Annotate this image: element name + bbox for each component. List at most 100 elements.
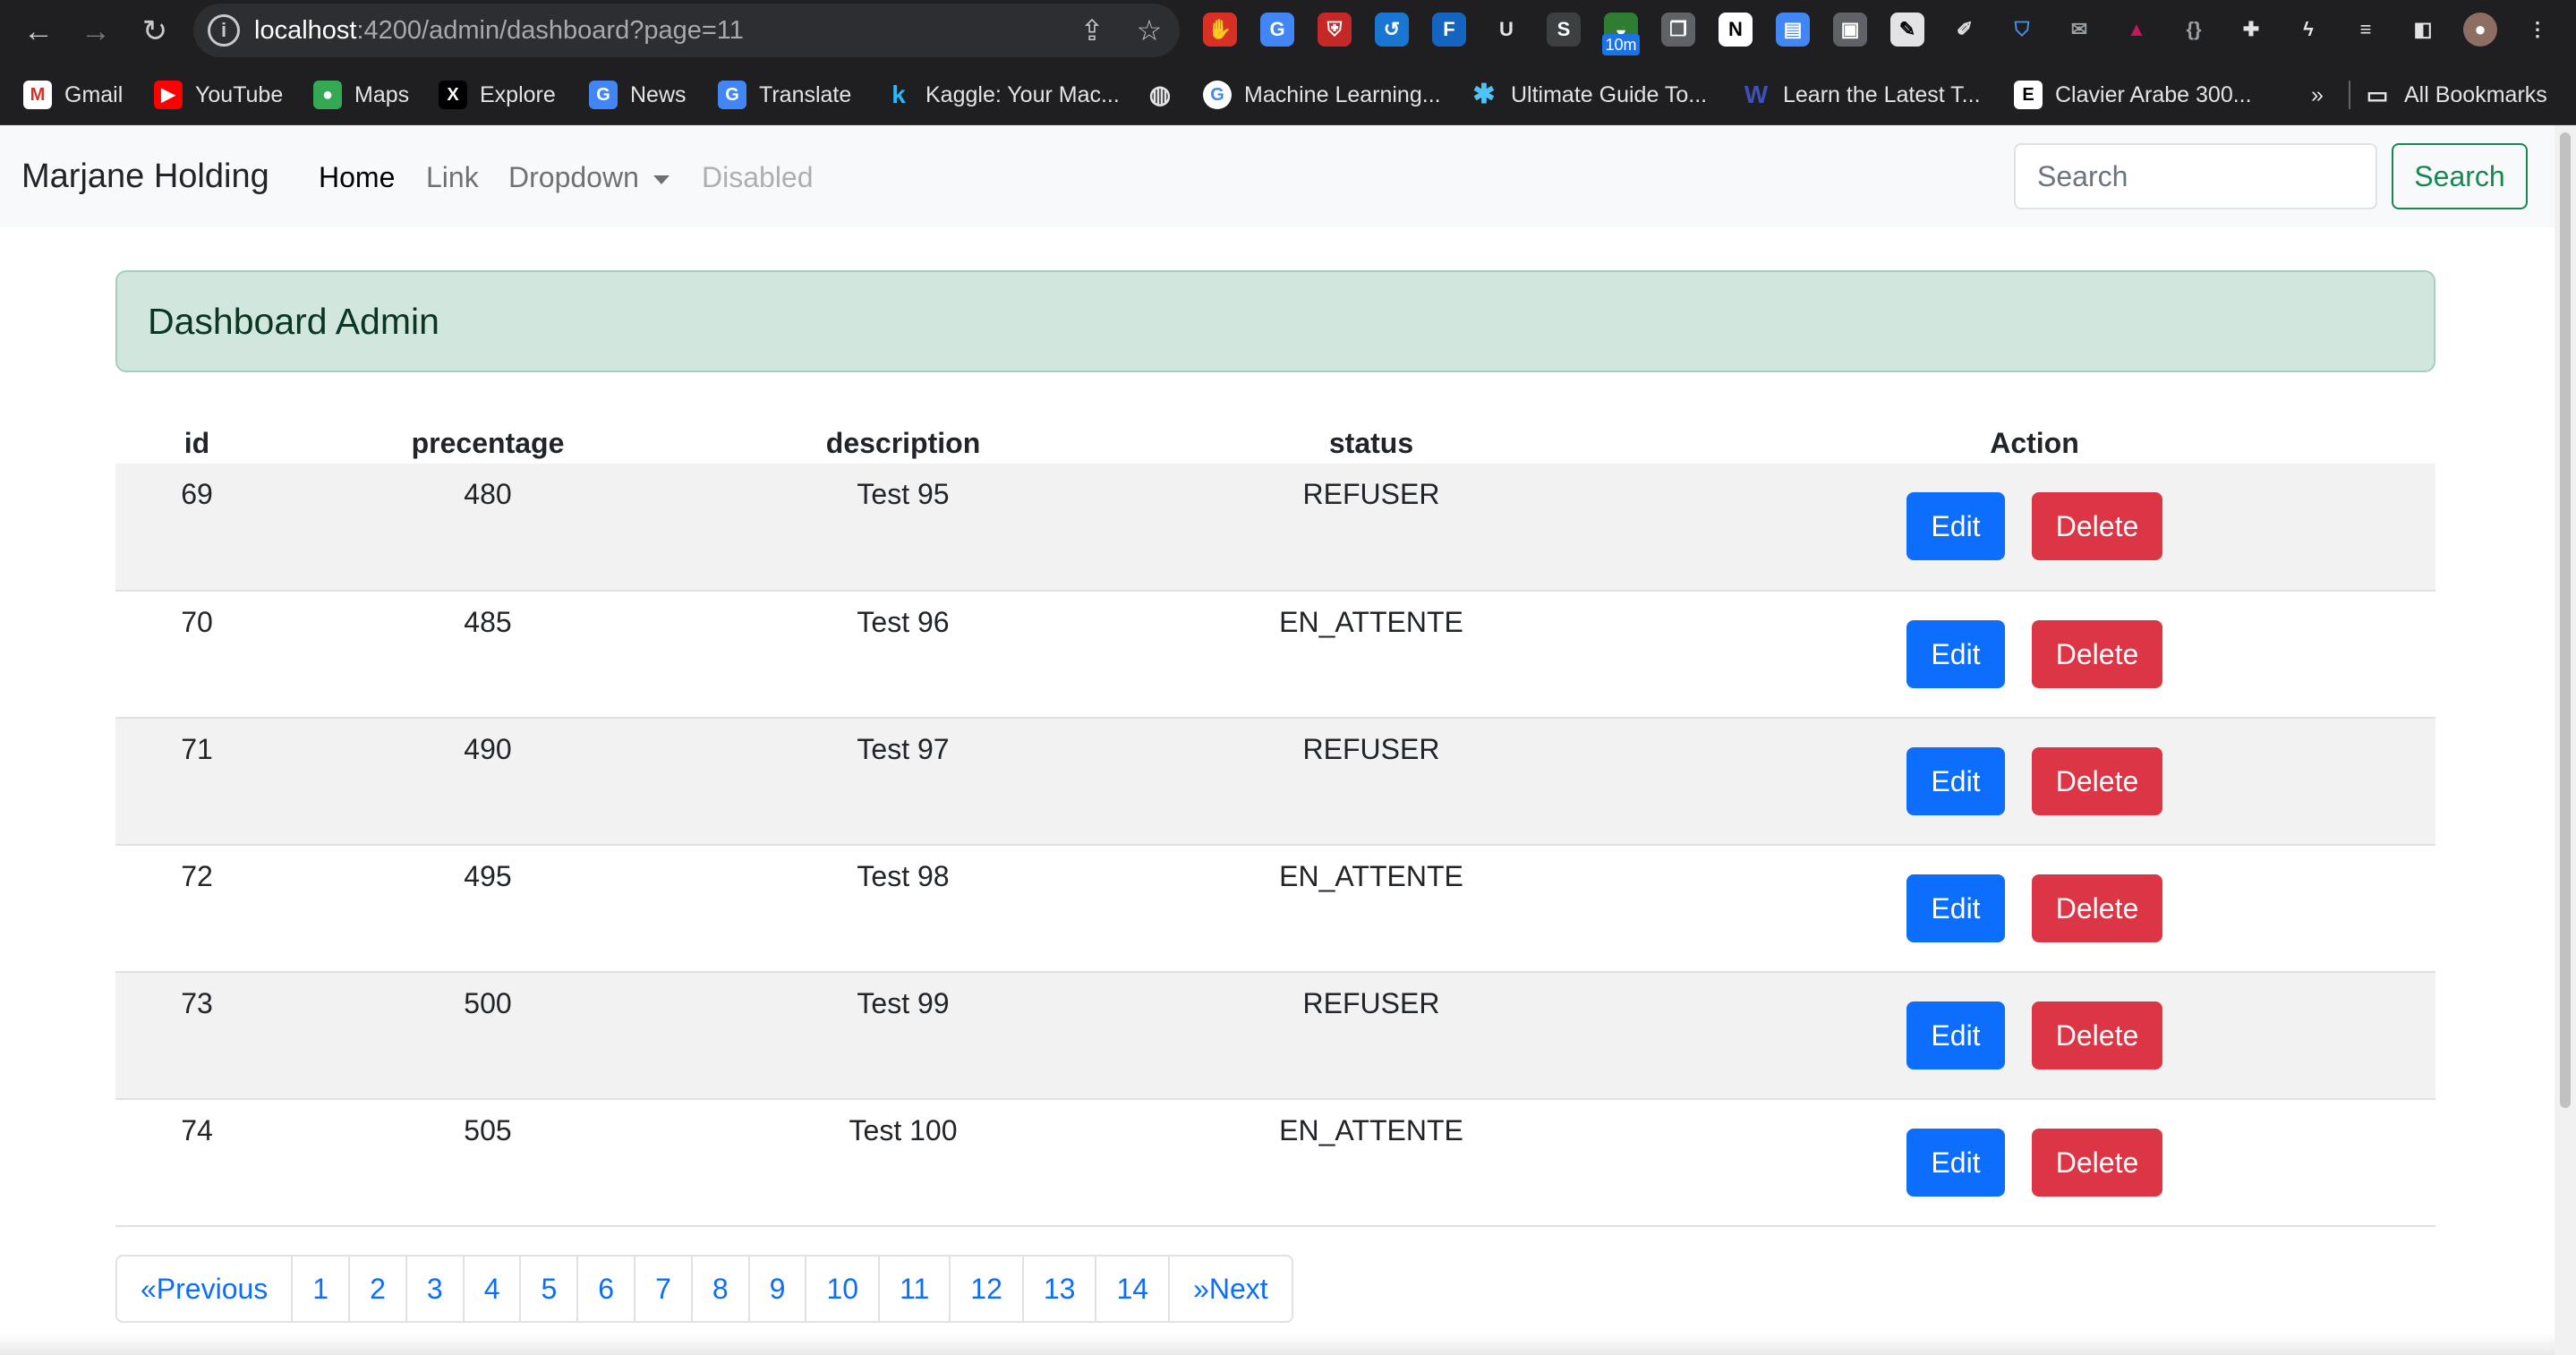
- delete-button[interactable]: Delete: [2032, 1001, 2162, 1070]
- edit-button[interactable]: Edit: [1906, 620, 2005, 688]
- bookmark-machine-learning[interactable]: G Machine Learning...: [1203, 77, 1441, 113]
- bookmark-learn-latest[interactable]: W Learn the Latest T...: [1742, 77, 1981, 113]
- app-navbar: Marjane Holding Home Link Dropdown Disab…: [0, 125, 2555, 227]
- page-link-12[interactable]: 12: [949, 1257, 1022, 1321]
- puzzle-extensions-icon[interactable]: ✚: [2234, 13, 2268, 47]
- page-link-1[interactable]: 1: [291, 1257, 348, 1321]
- back-arrow-icon[interactable]: ←: [18, 11, 59, 52]
- page-link-7[interactable]: 7: [634, 1257, 691, 1321]
- bookmark-star-icon[interactable]: ☆: [1131, 13, 1167, 48]
- bookmark-label: Explore: [480, 81, 556, 107]
- edit-button[interactable]: Edit: [1906, 492, 2005, 560]
- browser-menu-icon[interactable]: ⋮: [2521, 13, 2555, 47]
- delete-button[interactable]: Delete: [2032, 492, 2162, 560]
- bookmark-clavier-arabe[interactable]: E Clavier Arabe 300...: [2014, 77, 2252, 113]
- bookmark-translate[interactable]: G Translate: [718, 77, 851, 113]
- nav-dropdown[interactable]: Dropdown: [508, 161, 670, 194]
- eyedropper-extension-icon[interactable]: ✐: [1948, 13, 1982, 47]
- edit-button[interactable]: Edit: [1906, 747, 2005, 815]
- edit-extension-icon[interactable]: ✎: [1890, 13, 1924, 47]
- page-link-13[interactable]: 13: [1021, 1257, 1096, 1321]
- nav-dropdown-label: Dropdown: [508, 161, 639, 193]
- table-row: 72 495 Test 98 EN_ATTENTE Edit Delete: [115, 845, 2435, 973]
- address-url[interactable]: localhost:4200/admin/dashboard?page=11: [254, 16, 744, 46]
- pagination-next[interactable]: »Next: [1168, 1257, 1292, 1321]
- browser-toolbar: ← → ↻ i localhost:4200/admin/dashboard?p…: [0, 0, 2576, 63]
- ux-extension-icon[interactable]: U: [1489, 13, 1523, 47]
- page-link-14[interactable]: 14: [1095, 1257, 1168, 1321]
- notion-extension-icon[interactable]: N: [1719, 13, 1753, 47]
- angular-extension-icon[interactable]: ▲: [2120, 13, 2154, 47]
- json-extension-icon[interactable]: {}: [2177, 13, 2211, 47]
- page-link-6[interactable]: 6: [576, 1257, 634, 1321]
- profile-avatar[interactable]: ●: [2463, 13, 2497, 47]
- table-row: 70 485 Test 96 EN_ATTENTE Edit Delete: [115, 591, 2435, 719]
- all-bookmarks-button[interactable]: ▭ All Bookmarks: [2363, 77, 2547, 113]
- shield-extension-icon[interactable]: ⛨: [1318, 13, 1352, 47]
- adblock-extension-icon[interactable]: ✋: [1203, 13, 1237, 47]
- nav-link-link[interactable]: Link: [426, 161, 479, 194]
- screen-extension-icon[interactable]: ▣: [1833, 13, 1867, 47]
- overflow-chevron-icon: »: [2311, 81, 2324, 107]
- site-info-icon[interactable]: i: [208, 14, 240, 47]
- page-link-5[interactable]: 5: [519, 1257, 576, 1321]
- fi-extension-icon[interactable]: F: [1432, 13, 1466, 47]
- translate-icon: G: [718, 81, 746, 109]
- bookmark-youtube[interactable]: ▶ YouTube: [154, 77, 283, 113]
- delete-button[interactable]: Delete: [2032, 1129, 2162, 1197]
- bookmarks-overflow-button[interactable]: »: [2311, 77, 2324, 113]
- bookmark-kaggle[interactable]: k Kaggle: Your Mac...: [884, 77, 1120, 113]
- bookmark-explore[interactable]: X Explore: [439, 77, 556, 113]
- column-header-percentage: precentage: [411, 427, 565, 459]
- bookmark-maps[interactable]: ● Maps: [313, 77, 409, 113]
- search-input[interactable]: [2014, 143, 2377, 209]
- mail-extension-icon[interactable]: ✉: [2062, 13, 2096, 47]
- page-link-2[interactable]: 2: [348, 1257, 405, 1321]
- clipboard-extension-icon[interactable]: ▤: [1776, 13, 1810, 47]
- sync-extension-icon[interactable]: ↺: [1375, 13, 1409, 47]
- page-link-10[interactable]: 10: [805, 1257, 878, 1321]
- search-button[interactable]: Search: [2392, 143, 2528, 209]
- reload-icon[interactable]: ↻: [134, 11, 175, 52]
- column-header-description: description: [825, 427, 981, 459]
- page-link-4[interactable]: 4: [462, 1257, 520, 1321]
- timer-badge: 10m: [1602, 34, 1640, 55]
- page-link-8[interactable]: 8: [690, 1257, 748, 1321]
- cell-actions: Edit Delete: [1633, 972, 2435, 1100]
- bookmark-globe[interactable]: ◍: [1146, 77, 1187, 113]
- cell-actions: Edit Delete: [1633, 1099, 2435, 1227]
- table-row: 69 480 Test 95 REFUSER Edit Delete: [115, 464, 2435, 592]
- globe-icon: ◍: [1148, 81, 1172, 108]
- bookmark-news[interactable]: G News: [589, 77, 687, 113]
- edit-button[interactable]: Edit: [1906, 1001, 2005, 1070]
- forward-arrow-icon[interactable]: →: [75, 11, 116, 52]
- s-extension-icon[interactable]: S: [1547, 13, 1581, 47]
- share-icon[interactable]: ⇪: [1074, 13, 1110, 48]
- nav-link-home[interactable]: Home: [319, 161, 395, 194]
- side-panel-icon[interactable]: ◧: [2406, 13, 2440, 47]
- pagination-previous[interactable]: «Previous: [117, 1257, 291, 1321]
- cell-percentage: 480: [278, 464, 697, 592]
- delete-button[interactable]: Delete: [2032, 747, 2162, 815]
- bookmark-label: Gmail: [64, 81, 124, 107]
- edit-button[interactable]: Edit: [1906, 1129, 2005, 1197]
- delete-button[interactable]: Delete: [2032, 874, 2162, 942]
- data-table: id precentage description status Action …: [115, 413, 2435, 1227]
- copy-extension-icon[interactable]: ❐: [1661, 13, 1695, 47]
- translate-extension-icon[interactable]: G: [1260, 13, 1294, 47]
- page-scrollbar[interactable]: [2555, 125, 2576, 1355]
- address-bar[interactable]: i localhost:4200/admin/dashboard?page=11…: [193, 4, 1180, 57]
- bookmark-ultimate-guide[interactable]: ✱ Ultimate Guide To...: [1470, 77, 1707, 113]
- vpn-shield-extension-icon[interactable]: ⛉: [2005, 13, 2039, 47]
- page-link-11[interactable]: 11: [878, 1257, 949, 1321]
- page-link-9[interactable]: 9: [747, 1257, 806, 1321]
- page-link-3[interactable]: 3: [405, 1257, 463, 1321]
- delete-button[interactable]: Delete: [2032, 620, 2162, 688]
- reading-list-icon[interactable]: ≡: [2349, 13, 2383, 47]
- performance-icon[interactable]: ϟ: [2291, 13, 2325, 47]
- bookmark-gmail[interactable]: M Gmail: [23, 77, 123, 113]
- cell-description: Test 98: [697, 845, 1109, 973]
- edit-button[interactable]: Edit: [1906, 874, 2005, 942]
- brand-logo[interactable]: Marjane Holding: [21, 158, 269, 196]
- scrollbar-thumb[interactable]: [2560, 132, 2571, 1108]
